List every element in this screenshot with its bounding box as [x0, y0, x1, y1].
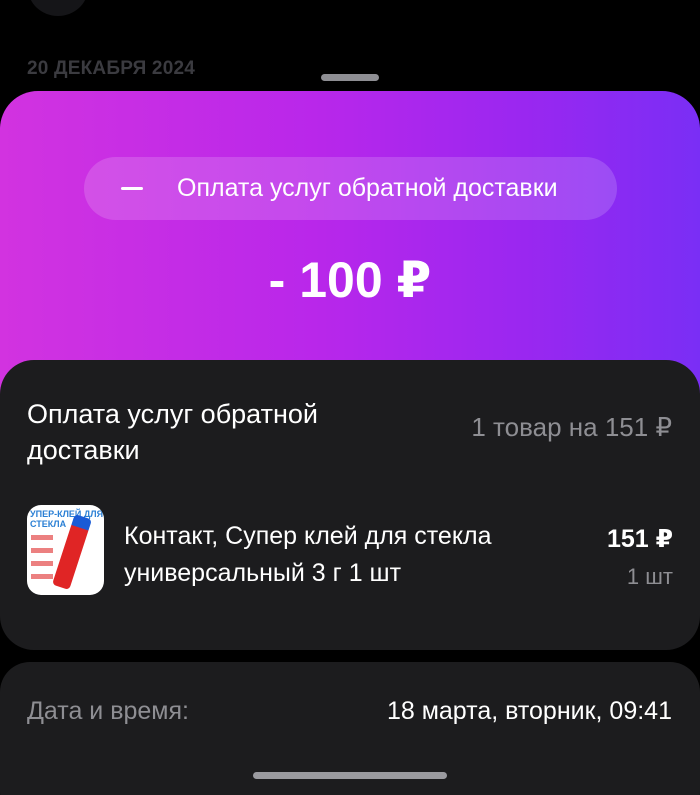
transaction-type-label: Оплата услуг обратной доставки: [177, 174, 558, 202]
transaction-type-pill: Оплата услуг обратной доставки: [84, 157, 617, 220]
date-time-value: 18 марта, вторник, 09:41: [386, 697, 672, 725]
order-summary: 1 товар на 151 ₽: [471, 412, 672, 442]
product-quantity: 1 шт: [626, 564, 673, 589]
transaction-amount: - 100 ₽: [268, 252, 432, 308]
product-name[interactable]: Контакт, Супер клей для стекла универсал…: [124, 518, 564, 592]
order-title: Оплата услуг обратной доставки: [27, 399, 318, 465]
product-image-text: УПЕР-КЛЕЙ ДЛЯ СТЕКЛА: [30, 509, 104, 529]
transaction-hero: Оплата услуг обратной доставки - 100 ₽: [0, 91, 700, 401]
date-time-label: Дата и время:: [27, 697, 189, 725]
product-image-features: [31, 535, 53, 587]
background-date-header: 20 ДЕКАБРЯ 2024: [27, 58, 195, 79]
background-avatar: [28, 0, 88, 16]
order-card: Оплата услуг обратной доставки 1 товар н…: [0, 360, 700, 650]
product-price: 151 ₽: [606, 525, 673, 553]
home-indicator[interactable]: [253, 772, 447, 779]
product-image[interactable]: УПЕР-КЛЕЙ ДЛЯ СТЕКЛА: [27, 505, 104, 595]
sheet-drag-handle[interactable]: [321, 74, 379, 81]
minus-icon: [121, 187, 143, 190]
